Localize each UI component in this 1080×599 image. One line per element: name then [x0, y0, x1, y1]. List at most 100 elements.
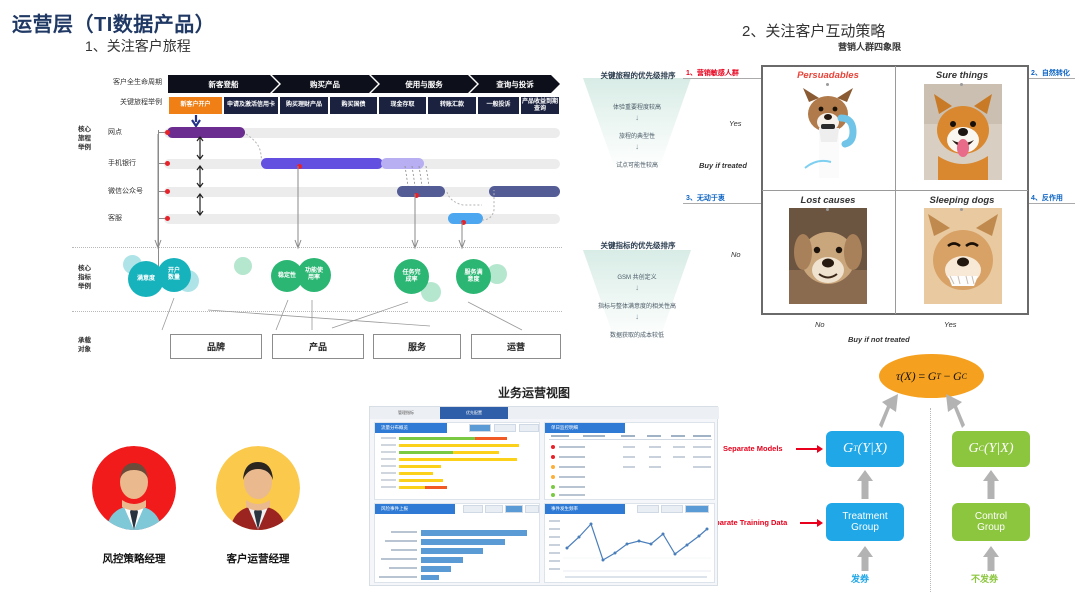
- uplift-treatment-model-args: (Y|X): [857, 440, 888, 456]
- metric-bubble-5[interactable]: 服务满 意度: [456, 259, 491, 294]
- dashboard-panel-0-title: 流量分布概览: [381, 425, 408, 430]
- quadrant-axis-line-bottom-right: [1029, 203, 1075, 204]
- quadrant-side-label-4: 4、反作用: [1031, 195, 1063, 202]
- uplift-control-group[interactable]: Control Group: [952, 503, 1030, 541]
- dashboard-cell-r0c2: [623, 446, 635, 449]
- uplift-annotation-models-arrow: [796, 445, 823, 453]
- dashboard-cell-r2c5: [693, 466, 711, 469]
- dashboard-panel-3-btn-0[interactable]: [637, 505, 659, 513]
- carrier-box-3[interactable]: 运营: [471, 334, 561, 359]
- dashboard-screenshot[interactable]: 管理指标 优先配置 流量分布概览 单日监控明细 风险事件上报 事件发生频率: [369, 406, 719, 586]
- dashboard-cell-r0c5: [693, 446, 711, 449]
- dashboard-hbar-0: [421, 530, 527, 536]
- dashboard-hbar-label-1: [385, 540, 417, 543]
- dashboard-y-tick-5: [549, 560, 560, 562]
- quadrant-y-tick-no: No: [731, 250, 741, 259]
- dashboard-cell-r0c0: [559, 446, 585, 449]
- funnel-1-item-2: 试点可能性较高: [615, 163, 658, 169]
- dashboard-panel-2-btn-0[interactable]: [463, 505, 483, 513]
- dashboard-panel-2-btn-1[interactable]: [485, 505, 503, 513]
- uplift-formula-eq: =: [917, 368, 926, 383]
- dashboard-panel-3-btn-2[interactable]: [685, 505, 709, 513]
- uplift-annotation-models: Separate Models: [723, 444, 783, 453]
- uplift-formula-gc-sup: C: [961, 371, 967, 381]
- dashboard-panel-1: 单日监控明细: [544, 422, 715, 500]
- key-step-3[interactable]: 购买国债: [329, 96, 378, 115]
- section-2-subtitle: 营销人群四象限: [838, 42, 902, 52]
- key-step-2[interactable]: 购买理财产品: [279, 96, 329, 115]
- quadrant-y-tick-yes: Yes: [729, 119, 742, 128]
- dashboard-hbar-label-5: [379, 576, 417, 579]
- quadrant-cell-label-1: Sure things: [935, 70, 989, 81]
- carrier-line-1: 承载: [78, 337, 91, 344]
- lifecycle-stage-3[interactable]: 查询与投诉: [470, 75, 560, 93]
- core-metric-line-3: 举例: [78, 282, 91, 290]
- group-label-core-metric: 核心 指标 举例: [78, 265, 91, 291]
- dashboard-panel-2-btn-3[interactable]: [525, 505, 539, 513]
- dashboard-axis-label-2: [381, 451, 396, 453]
- quadrant-x-tick-yes: Yes: [944, 320, 957, 329]
- dashboard-hbar-1: [421, 539, 505, 545]
- dashboard-cell-r1c0: [559, 456, 585, 459]
- dashboard-bar-10: [425, 486, 447, 489]
- dashboard-axis-label-5: [381, 472, 396, 474]
- quadrant-cell-label-0: Persuadables: [797, 70, 859, 81]
- channel-label-3: 客服: [108, 215, 122, 222]
- lifecycle-stage-2[interactable]: 使用与服务: [371, 75, 477, 93]
- dashboard-status-dot-2: [551, 465, 555, 469]
- dashboard-axis-label-6: [381, 479, 396, 481]
- uplift-treatment-group[interactable]: Treatment Group: [826, 503, 904, 541]
- dashboard-cell-r2c0: [559, 466, 585, 469]
- dashboard-tab-0[interactable]: 管理指标: [376, 407, 436, 419]
- uplift-control-model-args: (Y|X): [983, 440, 1014, 456]
- metric-bubble-1[interactable]: 开户 数量: [157, 258, 191, 292]
- dashboard-hbar-2: [421, 548, 483, 554]
- dashboard-panel-0-btn-0[interactable]: [469, 424, 491, 432]
- dashboard-panel-3-btn-1[interactable]: [661, 505, 683, 513]
- funnel-2-title: 关键指标的优先级排序: [600, 241, 676, 250]
- uplift-arrow-treatment-mid-icon: [857, 470, 873, 499]
- dashboard-panel-0: 流量分布概览: [374, 422, 540, 500]
- metric-bubble-3[interactable]: 功能使 用率: [297, 258, 331, 292]
- dashboard-bar-6: [399, 465, 441, 468]
- lifecycle-stage-1[interactable]: 购买产品: [272, 75, 378, 93]
- channel-label-2: 微信公众号: [108, 188, 143, 195]
- carrier-box-2[interactable]: 服务: [373, 334, 461, 359]
- key-step-6[interactable]: 一般投诉: [477, 96, 520, 115]
- quadrant-tick-top-right: [960, 83, 963, 86]
- dashboard-bar-7: [399, 472, 433, 475]
- quadrant-axis-line-top-left: [683, 78, 761, 79]
- dashboard-hbar-label-2: [391, 549, 417, 552]
- key-step-7[interactable]: 产品收益到期查询: [520, 96, 560, 115]
- dashboard-cell-r3c0: [559, 476, 585, 479]
- uplift-treatment-model[interactable]: G T (Y|X): [826, 431, 904, 467]
- key-step-1[interactable]: 申请及激活信用卡: [223, 96, 279, 115]
- key-step-0[interactable]: 新客户开户: [168, 96, 223, 115]
- key-step-4[interactable]: 现金存取: [378, 96, 427, 115]
- funnel-2-arrow-1: ↓: [635, 312, 639, 321]
- persona-label-0: 风控策略经理: [102, 553, 166, 565]
- dashboard-status-dot-0: [551, 445, 555, 449]
- group-label-core-journey: 核心 旅程 举例: [78, 126, 91, 152]
- dashboard-panel-0-btn-2[interactable]: [519, 424, 539, 432]
- quadrant-photo-persuadables: [789, 84, 867, 180]
- dashboard-hbar-4: [421, 566, 451, 572]
- dashboard-cell-r2c2: [623, 466, 635, 469]
- dashboard-cell-r4c0: [559, 486, 585, 489]
- lifecycle-stage-0[interactable]: 新客登船: [168, 75, 279, 93]
- carrier-box-1[interactable]: 产品: [272, 334, 364, 359]
- dashboard-y-tick-2: [549, 536, 560, 538]
- metric-bubble-4[interactable]: 任务完 成率: [394, 259, 429, 294]
- dashboard-panel-2-btn-2[interactable]: [505, 505, 523, 513]
- dashboard-panel-0-btn-1[interactable]: [494, 424, 516, 432]
- dashboard-cell-r0c4: [673, 446, 685, 449]
- dashboard-x-axis-labels: [565, 576, 707, 578]
- carrier-box-0[interactable]: 品牌: [170, 334, 262, 359]
- dashboard-cell-r0c3: [649, 446, 661, 449]
- core-metric-line-2: 指标: [78, 273, 91, 281]
- uplift-control-model[interactable]: G C (Y|X): [952, 431, 1030, 467]
- dashboard-tab-1[interactable]: 优先配置: [440, 407, 508, 419]
- key-step-5[interactable]: 转账汇款: [427, 96, 477, 115]
- dashboard-y-tick-6: [549, 568, 560, 570]
- funnel-1-item-1: 旅程的典型性: [618, 134, 655, 140]
